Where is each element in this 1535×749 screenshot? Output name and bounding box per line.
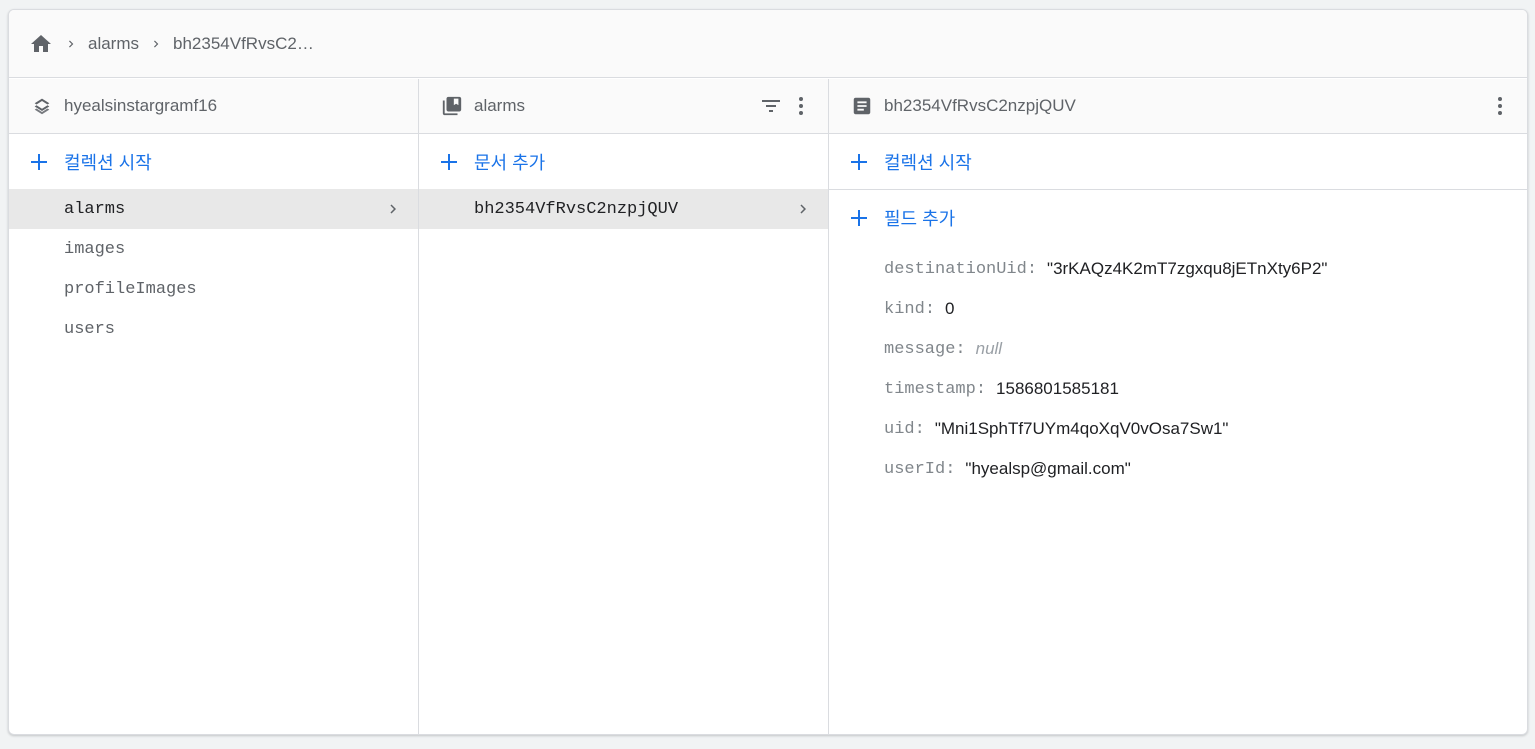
start-collection-label: 컬렉션 시작: [64, 152, 152, 173]
chevron-right-icon: [794, 200, 812, 218]
collection-item-alarms[interactable]: alarms: [9, 189, 418, 229]
field-value: null: [975, 339, 1003, 358]
chevron-right-icon: [384, 200, 402, 218]
field-row[interactable]: userId: "hyealsp@gmail.com": [884, 449, 1527, 489]
collection-item-images[interactable]: images: [9, 229, 418, 269]
field-row[interactable]: timestamp: 1586801585181: [884, 369, 1527, 409]
start-subcollection-label: 컬렉션 시작: [884, 152, 972, 173]
plus-icon: [848, 207, 870, 229]
filter-icon[interactable]: [758, 93, 784, 119]
more-vert-icon[interactable]: [1487, 93, 1513, 119]
field-row[interactable]: uid: "Mni1SphTf7UYm4qoXqV0vOsa7Sw1": [884, 409, 1527, 449]
field-value: "hyealsp@gmail.com": [965, 459, 1131, 478]
plus-icon: [438, 151, 460, 173]
field-value: "3rKAQz4K2mT7zgxqu8jETnXty6P2": [1047, 259, 1328, 278]
collection-item-users[interactable]: users: [9, 309, 418, 349]
field-value: 1586801585181: [996, 379, 1119, 398]
start-collection-button[interactable]: 컬렉션 시작: [9, 134, 418, 189]
project-title: hyealsinstargramf16: [64, 96, 218, 115]
more-vert-icon[interactable]: [788, 93, 814, 119]
panel-header: hyealsinstargramf16: [9, 79, 418, 134]
plus-icon: [848, 151, 870, 173]
start-subcollection-button[interactable]: 컬렉션 시작: [829, 134, 1527, 190]
document-icon: [850, 94, 874, 118]
root-panel: hyealsinstargramf16 컬렉션 시작 alarms images…: [9, 79, 419, 734]
field-key: uid: [884, 419, 915, 439]
panel-header: bh2354VfRvsC2nzpjQUV: [829, 79, 1527, 134]
panel-header: alarms: [419, 79, 828, 134]
breadcrumb-item-collection[interactable]: alarms: [88, 34, 139, 54]
breadcrumb-item-document[interactable]: bh2354VfRvsC2…: [173, 34, 314, 54]
field-row[interactable]: destinationUid: "3rKAQz4K2mT7zgxqu8jETnX…: [884, 249, 1527, 289]
field-value: 0: [945, 299, 955, 318]
add-document-button[interactable]: 문서 추가: [419, 134, 828, 189]
home-icon[interactable]: [28, 31, 54, 57]
add-document-label: 문서 추가: [474, 152, 546, 173]
add-field-button[interactable]: 필드 추가: [829, 190, 1527, 245]
collection-title: alarms: [474, 96, 526, 115]
document-item[interactable]: bh2354VfRvsC2nzpjQUV: [419, 189, 828, 229]
chevron-right-icon: [54, 37, 88, 51]
field-row[interactable]: message: null: [884, 329, 1527, 369]
document-title: bh2354VfRvsC2nzpjQUV: [884, 96, 1076, 115]
field-row[interactable]: kind: 0: [884, 289, 1527, 329]
field-value: "Mni1SphTf7UYm4qoXqV0vOsa7Sw1": [934, 419, 1229, 438]
chevron-right-icon: [139, 37, 173, 51]
collection-item-profileImages[interactable]: profileImages: [9, 269, 418, 309]
field-key: destinationUid: [884, 259, 1027, 279]
firestore-data-viewer: alarms bh2354VfRvsC2… hyealsinstargramf1…: [8, 9, 1528, 735]
plus-icon: [28, 151, 50, 173]
collection-icon: [440, 94, 464, 118]
document-panel: bh2354VfRvsC2nzpjQUV 컬렉션 시작 필드 추가 destin…: [829, 79, 1527, 734]
field-list: destinationUid: "3rKAQz4K2mT7zgxqu8jETnX…: [829, 245, 1527, 489]
field-key: userId: [884, 459, 946, 479]
breadcrumb: alarms bh2354VfRvsC2…: [9, 10, 1527, 78]
field-key: timestamp: [884, 379, 976, 399]
field-key: kind: [884, 299, 925, 319]
field-key: message: [884, 339, 956, 359]
database-stack-icon: [30, 94, 54, 118]
collection-panel: alarms 문서 추가 bh2354VfRvsC2nzpjQUV: [419, 79, 829, 734]
add-field-label: 필드 추가: [884, 208, 956, 229]
